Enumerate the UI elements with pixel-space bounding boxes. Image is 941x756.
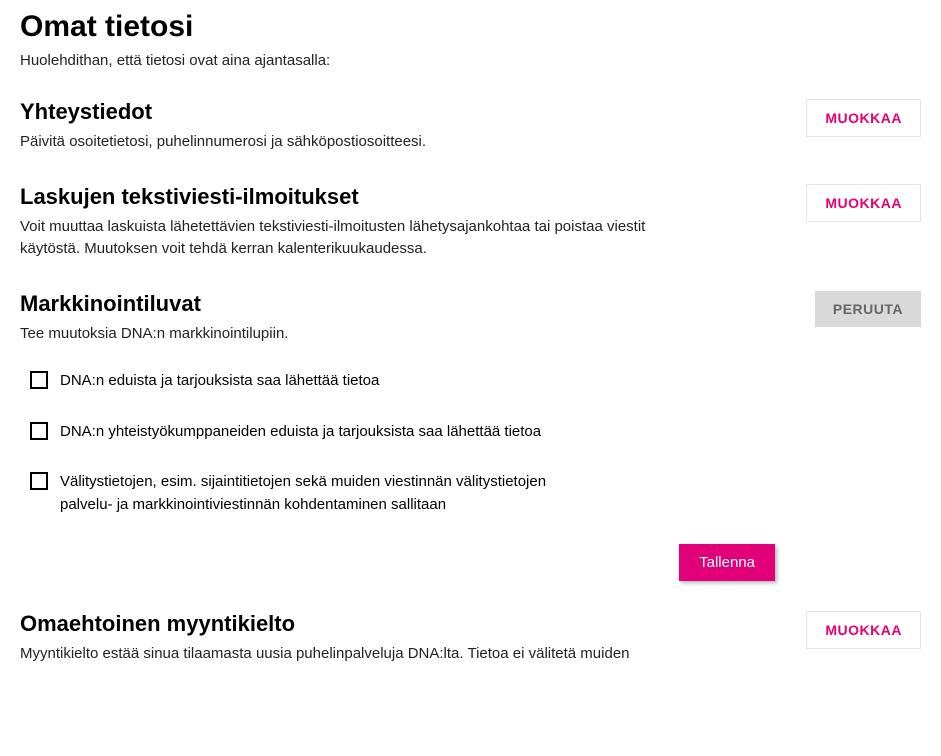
section-salesban: Omaehtoinen myyntikielto Myyntikielto es… [20, 611, 921, 666]
section-sms: Laskujen tekstiviesti-ilmoitukset Voit m… [20, 184, 921, 261]
cancel-marketing-button[interactable]: PERUUTA [815, 291, 921, 327]
checkbox-label-relay-data[interactable]: Välitystietojen, esim. sijaintitietojen … [60, 471, 590, 516]
edit-contact-button[interactable]: MUOKKAA [806, 99, 921, 137]
checkbox-item-relay-data: Välitystietojen, esim. sijaintitietojen … [30, 471, 590, 516]
edit-sms-button[interactable]: MUOKKAA [806, 184, 921, 222]
section-marketing: Markkinointiluvat Tee muutoksia DNA:n ma… [20, 291, 921, 582]
marketing-checkbox-list: DNA:n eduista ja tarjouksista saa lähett… [20, 370, 921, 516]
edit-salesban-button[interactable]: MUOKKAA [806, 611, 921, 649]
section-desc-contact: Päivitä osoitetietosi, puhelinnumerosi j… [20, 131, 426, 154]
page-subtitle: Huolehdithan, että tietosi ovat aina aja… [20, 52, 921, 69]
checkbox-item-dna-offers: DNA:n eduista ja tarjouksista saa lähett… [30, 370, 590, 393]
section-desc-sms: Voit muuttaa laskuista lähetettävien tek… [20, 216, 670, 261]
section-desc-salesban: Myyntikielto estää sinua tilaamasta uusi… [20, 643, 630, 666]
section-title-marketing: Markkinointiluvat [20, 291, 288, 317]
save-marketing-button[interactable]: Tallenna [679, 544, 775, 581]
checkbox-label-partner-offers[interactable]: DNA:n yhteistyökumppaneiden eduista ja t… [60, 421, 541, 444]
section-title-salesban: Omaehtoinen myyntikielto [20, 611, 630, 637]
checkbox-partner-offers[interactable] [30, 422, 48, 440]
checkbox-item-partner-offers: DNA:n yhteistyökumppaneiden eduista ja t… [30, 421, 590, 444]
checkbox-relay-data[interactable] [30, 472, 48, 490]
checkbox-label-dna-offers[interactable]: DNA:n eduista ja tarjouksista saa lähett… [60, 370, 379, 393]
checkbox-dna-offers[interactable] [30, 371, 48, 389]
section-title-sms: Laskujen tekstiviesti-ilmoitukset [20, 184, 670, 210]
section-title-contact: Yhteystiedot [20, 99, 426, 125]
page-title: Omat tietosi [20, 10, 921, 44]
section-desc-marketing: Tee muutoksia DNA:n markkinointilupiin. [20, 323, 288, 346]
section-contact: Yhteystiedot Päivitä osoitetietosi, puhe… [20, 99, 921, 154]
